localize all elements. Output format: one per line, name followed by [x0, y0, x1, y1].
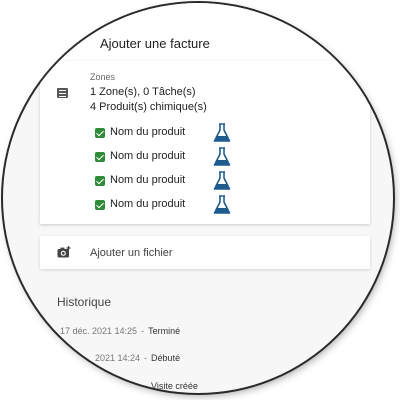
- product-name: Nom du produit: [110, 174, 186, 186]
- history-status: Visite créée: [151, 381, 198, 391]
- product-name: Nom du produit: [110, 150, 186, 162]
- history-status: Terminé: [148, 326, 181, 336]
- chemical-products-summary: 4 Produit(s) chimique(s): [90, 101, 207, 113]
- history-separator: -: [144, 381, 147, 391]
- product-checkbox[interactable]: [95, 152, 105, 162]
- history-separator: -: [141, 326, 145, 336]
- history-entry: 17 déc. 2021 14:25- Terminé: [60, 326, 180, 336]
- add-file-label: Ajouter un fichier: [90, 247, 173, 259]
- add-file-button[interactable]: Ajouter un fichier: [40, 236, 370, 269]
- history-entry: 2021 14:24- Débuté: [95, 353, 180, 363]
- add-invoice-bar[interactable]: Ajouter une facture: [3, 3, 393, 62]
- flask-icon[interactable]: [213, 195, 231, 215]
- product-name: Nom du produit: [110, 198, 186, 210]
- zones-label: Zones: [90, 72, 116, 82]
- product-name: Nom du produit: [110, 126, 186, 138]
- list-icon: [57, 88, 68, 98]
- zones-tasks-summary: 1 Zone(s), 0 Tâche(s): [90, 86, 196, 98]
- flask-icon[interactable]: [213, 123, 231, 143]
- product-item: Nom du produit: [95, 171, 295, 191]
- product-checkbox[interactable]: [95, 128, 105, 138]
- flask-icon[interactable]: [213, 147, 231, 167]
- history-date: 2021 14:24: [95, 353, 141, 363]
- product-checkbox[interactable]: [95, 176, 105, 186]
- product-checkbox[interactable]: [95, 200, 105, 210]
- add-invoice-label: Ajouter une facture: [100, 36, 210, 51]
- product-item: Nom du produit: [95, 147, 295, 167]
- flask-icon[interactable]: [213, 171, 231, 191]
- history-date: 17 déc. 2021 14:25: [60, 326, 138, 336]
- product-item: Nom du produit: [95, 123, 295, 143]
- add-photo-icon: [57, 246, 71, 258]
- circular-frame: Ajouter une facture Zones 1 Zone(s), 0 T…: [3, 3, 393, 393]
- history-title: Historique: [57, 295, 112, 309]
- history-entry: - Visite créée: [140, 381, 198, 391]
- product-item: Nom du produit: [95, 195, 295, 215]
- history-status: Débuté: [151, 353, 181, 363]
- zones-card: Zones 1 Zone(s), 0 Tâche(s) 4 Produit(s)…: [40, 61, 370, 224]
- history-separator: -: [144, 353, 148, 363]
